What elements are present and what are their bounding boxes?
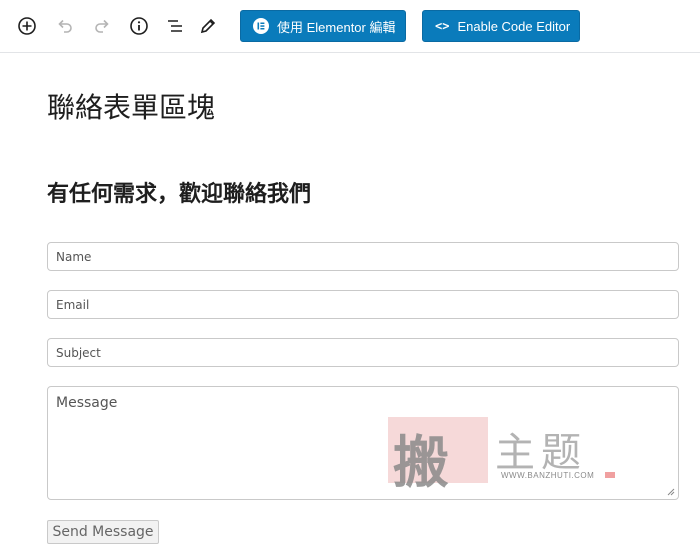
section-heading[interactable]: 有任何需求，歡迎聯絡我們	[47, 176, 311, 208]
email-input[interactable]: Email	[47, 290, 679, 319]
name-placeholder: Name	[56, 249, 92, 264]
enable-code-editor-button[interactable]: <> Enable Code Editor	[422, 10, 580, 42]
page-title[interactable]: 聯絡表單區塊	[47, 86, 215, 126]
elementor-button-label: 使用 Elementor 編輯	[277, 19, 396, 35]
info-icon[interactable]	[127, 14, 151, 38]
add-block-icon[interactable]	[15, 14, 39, 38]
send-message-button[interactable]: Send Message	[47, 520, 159, 544]
subject-input[interactable]: Subject	[47, 338, 679, 367]
message-textarea[interactable]: Message	[47, 386, 679, 500]
message-placeholder: Message	[56, 395, 118, 411]
code-editor-button-label: Enable Code Editor	[457, 18, 571, 34]
send-button-label: Send Message	[52, 524, 154, 540]
name-input[interactable]: Name	[47, 242, 679, 271]
edit-with-elementor-button[interactable]: 使用 Elementor 編輯	[240, 10, 406, 42]
resize-handle-icon[interactable]	[667, 488, 675, 496]
editor-toolbar: 使用 Elementor 編輯 <> Enable Code Editor	[0, 0, 700, 53]
email-placeholder: Email	[56, 297, 90, 312]
list-view-icon[interactable]	[163, 14, 187, 38]
undo-icon[interactable]	[53, 14, 77, 38]
edit-icon[interactable]	[196, 14, 220, 38]
redo-icon[interactable]	[90, 14, 114, 38]
code-icon: <>	[435, 19, 450, 33]
elementor-icon	[253, 18, 269, 34]
subject-placeholder: Subject	[56, 345, 101, 360]
